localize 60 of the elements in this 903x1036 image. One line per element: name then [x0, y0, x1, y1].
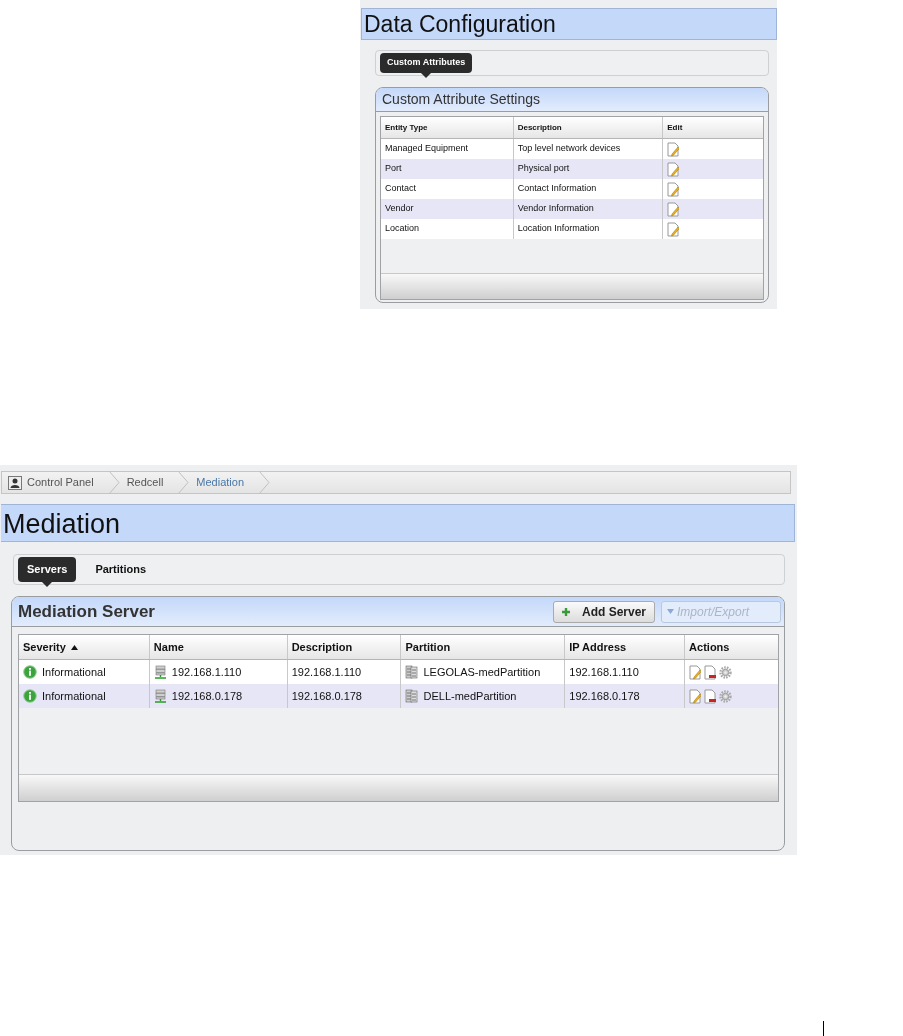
edit-button[interactable] [667, 161, 680, 177]
severity-text: Informational [42, 688, 106, 704]
column-header[interactable]: IP Address [565, 635, 686, 659]
tab-pointer-icon [42, 581, 53, 587]
page-title: Mediation [1, 504, 795, 542]
info-icon [23, 665, 37, 679]
delete-button[interactable] [704, 664, 717, 680]
breadcrumb-link[interactable]: Redcell [120, 472, 191, 493]
edit-button[interactable] [667, 141, 680, 157]
breadcrumb-link[interactable]: Control Panel [2, 472, 121, 493]
delete-icon [704, 664, 717, 680]
column-header[interactable]: Description [287, 635, 402, 659]
table-cell-text: 192.168.1.110 [171, 664, 242, 680]
table-cell: 192.168.0.178 [287, 684, 402, 708]
server-rack-icon [405, 665, 419, 679]
sort-ascending-icon [70, 644, 78, 650]
gear-icon [719, 689, 733, 703]
server-icon [153, 665, 167, 679]
tab[interactable]: Custom Attributes [380, 53, 473, 73]
edit-icon [667, 161, 680, 177]
server-rack-icon [405, 689, 419, 703]
table-cell: 192.168.0.178 [565, 684, 686, 708]
panel-title: Custom Attribute Settings [376, 88, 768, 112]
table-cell-text: LEGOLAS-medPartition [423, 664, 541, 680]
column-header[interactable]: Partition [401, 635, 566, 659]
edit-button[interactable] [667, 201, 680, 217]
edit-button[interactable] [689, 664, 702, 680]
edit-button[interactable] [667, 221, 680, 237]
edit-button[interactable] [667, 181, 680, 197]
table-cell-text: DELL-medPartition [423, 688, 517, 704]
tab[interactable]: Partitions [86, 557, 156, 582]
column-header[interactable]: Edit [663, 117, 763, 138]
delete-icon [704, 688, 717, 704]
edit-button[interactable] [689, 688, 702, 704]
plus-icon [561, 607, 570, 616]
column-header[interactable]: Name [149, 635, 288, 659]
delete-button[interactable] [704, 688, 717, 704]
table-cell: Location [381, 219, 514, 239]
breadcrumb-link[interactable]: Mediation [190, 472, 272, 493]
table-cell-text: 192.168.0.178 [171, 688, 243, 704]
person-icon [8, 475, 22, 490]
add-server-button[interactable]: Add Server [552, 600, 655, 623]
column-header[interactable]: Severity [19, 635, 150, 659]
caret-icon [667, 609, 674, 614]
settings-button[interactable] [719, 665, 733, 679]
gear-icon [719, 665, 733, 679]
server-icon [153, 689, 167, 703]
tab-pointer-icon [421, 72, 432, 78]
edit-icon [689, 664, 702, 680]
edit-icon [667, 201, 680, 217]
edit-icon [689, 688, 702, 704]
column-header[interactable]: Description [513, 117, 664, 138]
severity-text: Informational [42, 664, 106, 680]
page-title: Data Configuration [361, 8, 777, 40]
tab[interactable]: Servers [18, 557, 77, 582]
table-cell: Location Information [513, 219, 664, 239]
panel-title: Mediation Server [18, 600, 155, 623]
column-header[interactable]: Entity Type [381, 117, 514, 138]
column-header[interactable]: Actions [685, 635, 778, 659]
info-icon [23, 689, 37, 703]
